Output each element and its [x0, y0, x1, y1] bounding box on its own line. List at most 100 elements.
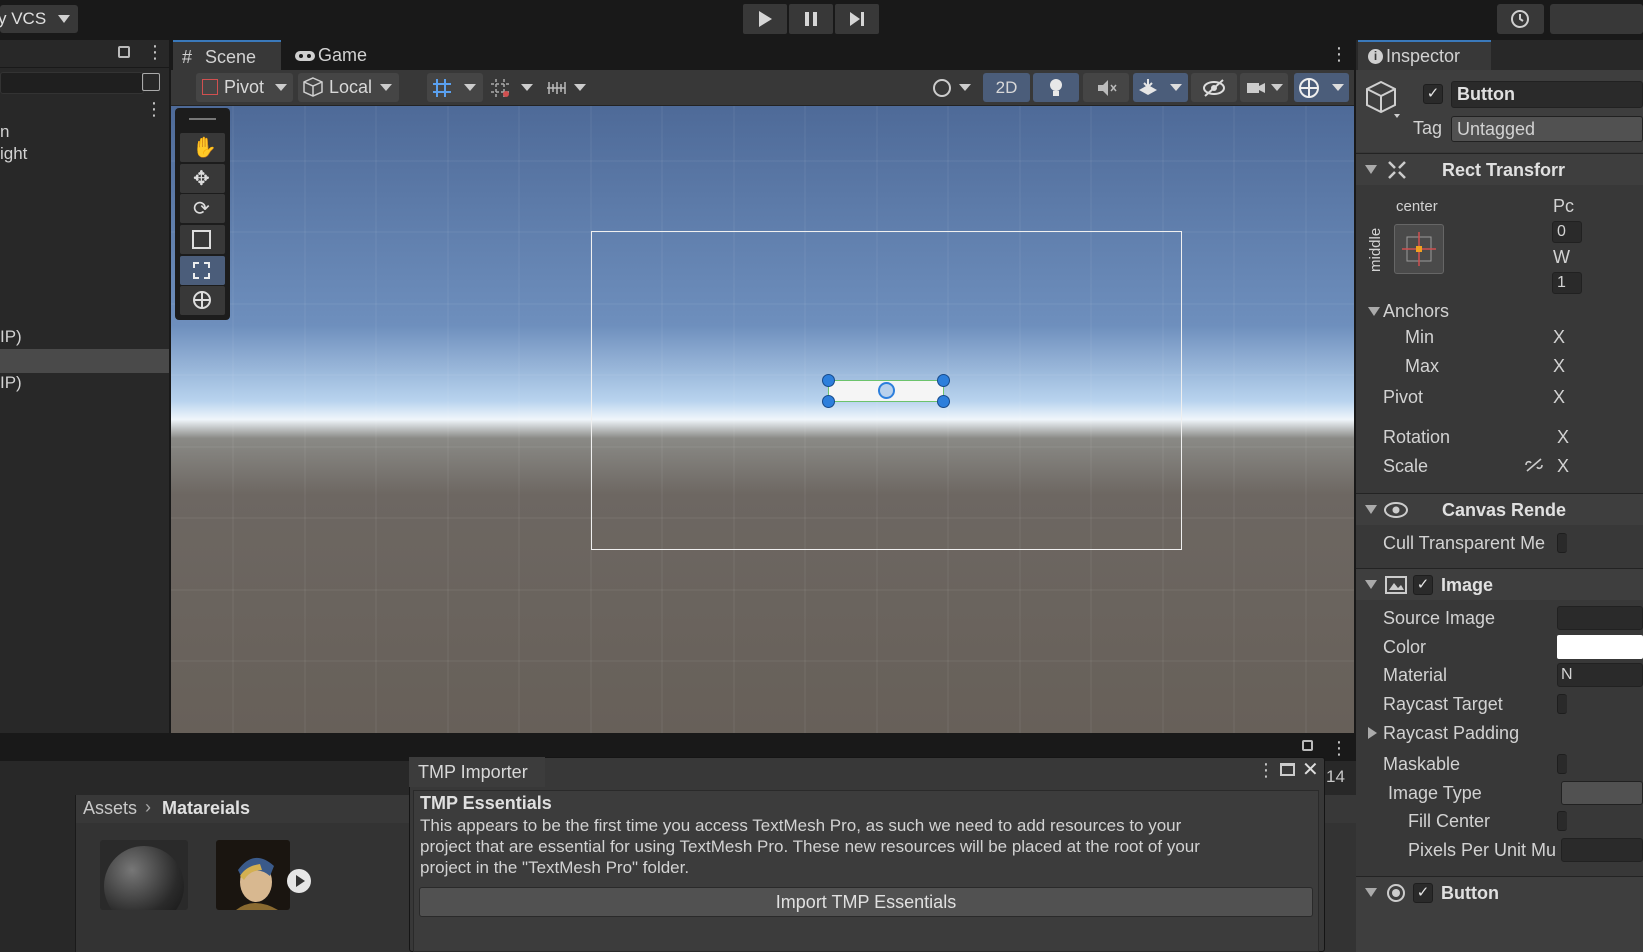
project-more-icon[interactable]: ⋮	[1330, 738, 1348, 759]
grid-snap-toggle[interactable]	[427, 73, 483, 102]
material-field[interactable]: N	[1557, 663, 1643, 687]
unlink-icon[interactable]	[1523, 457, 1545, 473]
transform-tool-button[interactable]	[180, 286, 225, 315]
breadcrumb-current[interactable]: Matareials	[162, 798, 250, 819]
increment-snap-toggle[interactable]	[542, 73, 594, 102]
tab-game[interactable]: Game	[284, 40, 384, 70]
button-component-header[interactable]: ✓ Button	[1356, 876, 1643, 952]
hierarchy-item[interactable]: ight	[0, 142, 169, 166]
hierarchy-item[interactable]: IP)	[0, 325, 169, 349]
scene-more-icon[interactable]: ⋮	[1330, 44, 1348, 65]
anchor-presets-button[interactable]	[1394, 224, 1444, 274]
window-more-icon[interactable]: ⋮	[1257, 760, 1275, 781]
hierarchy-item-selected[interactable]	[0, 349, 169, 373]
cube-icon	[303, 77, 323, 97]
object-name-field[interactable]: Button	[1451, 81, 1643, 108]
portrait-thumbnail-icon	[216, 840, 290, 910]
audio-toggle[interactable]	[1083, 73, 1129, 102]
scene-visibility-toggle[interactable]	[1191, 73, 1237, 102]
width-field[interactable]: 1	[1552, 272, 1582, 294]
account-button[interactable]	[1550, 4, 1643, 34]
hierarchy-item[interactable]: n	[0, 120, 169, 144]
rotate-tool-button[interactable]: ⟳	[180, 194, 225, 223]
import-tmp-essentials-button[interactable]: Import TMP Essentials	[419, 887, 1313, 917]
resize-handle[interactable]	[937, 374, 950, 387]
lock-icon[interactable]	[118, 46, 130, 58]
lighting-toggle[interactable]	[1033, 73, 1079, 102]
image-enabled-checkbox[interactable]: ✓	[1413, 575, 1433, 595]
hierarchy-more-icon[interactable]: ⋮	[145, 99, 163, 120]
tag-dropdown[interactable]: Untagged	[1451, 116, 1643, 142]
button-component-icon	[1387, 884, 1405, 902]
pivot-handle[interactable]	[878, 382, 895, 399]
pivot-icon	[202, 79, 218, 95]
hierarchy-search-input[interactable]	[0, 72, 144, 94]
drag-handle[interactable]	[189, 118, 216, 120]
button-enabled-checkbox[interactable]: ✓	[1413, 883, 1433, 903]
cull-transparent-checkbox[interactable]	[1557, 533, 1567, 553]
active-checkbox[interactable]: ✓	[1423, 84, 1443, 104]
close-icon[interactable]: ✕	[1302, 757, 1319, 782]
2d-mode-toggle[interactable]: 2D	[983, 73, 1030, 102]
hidden-eye-icon	[1203, 79, 1225, 97]
tmp-description-line: project in the "TextMesh Pro" folder.	[420, 858, 690, 877]
material-asset[interactable]	[100, 840, 188, 910]
move-tool-button[interactable]: ✥	[180, 164, 225, 193]
rect-tool-button[interactable]	[180, 256, 225, 285]
image-component-header[interactable]: ✓ Image	[1356, 568, 1643, 600]
tab-inspector[interactable]: i Inspector	[1358, 40, 1491, 70]
pause-button[interactable]	[789, 4, 833, 34]
camera-dropdown[interactable]	[1240, 73, 1288, 102]
hand-icon: ✋	[192, 137, 217, 159]
foldout-arrow-icon[interactable]	[1368, 727, 1377, 739]
scale-tool-button[interactable]	[180, 225, 225, 254]
effects-dropdown[interactable]	[1133, 73, 1188, 102]
pixels-per-unit-field[interactable]	[1561, 838, 1643, 862]
section-title: Canvas Rende	[1442, 500, 1567, 520]
chevron-down-icon	[380, 84, 392, 91]
item-count: 14	[1326, 767, 1345, 786]
color-label: Color	[1383, 637, 1427, 657]
fill-center-checkbox[interactable]	[1557, 811, 1567, 831]
image-type-dropdown[interactable]	[1561, 781, 1643, 805]
source-image-field[interactable]	[1557, 606, 1643, 630]
local-dropdown[interactable]: Local	[298, 73, 399, 102]
grid-icon	[491, 79, 509, 97]
width-label: W	[1553, 247, 1570, 267]
canvas-renderer-header[interactable]: Canvas Rende	[1356, 493, 1643, 525]
anchor-min-label: Min	[1405, 327, 1435, 347]
search-expand-icon[interactable]	[142, 73, 160, 91]
play-button[interactable]	[743, 4, 787, 34]
more-options-icon[interactable]: ⋮	[146, 43, 164, 61]
local-label: Local	[329, 77, 373, 97]
texture-asset[interactable]	[216, 840, 290, 910]
resize-handle[interactable]	[822, 395, 835, 408]
gizmos-dropdown[interactable]	[1294, 73, 1349, 102]
tab-scene[interactable]: # Scene	[173, 40, 281, 70]
grid-toggle[interactable]	[486, 73, 538, 102]
object-name: Button	[1457, 84, 1515, 104]
step-icon	[850, 12, 864, 26]
tmp-importer-tab[interactable]: TMP Importer	[409, 757, 545, 787]
maskable-checkbox[interactable]	[1557, 754, 1567, 774]
breadcrumb-assets[interactable]: Assets	[83, 798, 137, 819]
color-swatch[interactable]	[1557, 635, 1643, 659]
history-button[interactable]	[1497, 4, 1544, 34]
shading-mode-dropdown[interactable]	[926, 73, 978, 102]
resize-handle[interactable]	[822, 374, 835, 387]
maximize-icon[interactable]	[1280, 763, 1295, 776]
foldout-arrow-icon[interactable]	[1368, 307, 1380, 316]
version-control-dropdown[interactable]: y VCS	[0, 5, 78, 33]
play-preview-button[interactable]	[287, 869, 311, 893]
raycast-target-checkbox[interactable]	[1557, 694, 1567, 714]
section-title: Rect Transforr	[1442, 160, 1566, 180]
pos-x-field[interactable]: 0	[1552, 221, 1582, 243]
hierarchy-item[interactable]: IP)	[0, 371, 169, 395]
pivot-dropdown[interactable]: Pivot	[196, 73, 293, 102]
rect-transform-header[interactable]: Rect Transforr	[1356, 153, 1643, 185]
step-button[interactable]	[835, 4, 879, 34]
hand-tool-button[interactable]: ✋	[180, 133, 225, 162]
pos-x-label: Pc	[1553, 196, 1575, 216]
resize-handle[interactable]	[937, 395, 950, 408]
lock-icon[interactable]	[1302, 740, 1313, 751]
